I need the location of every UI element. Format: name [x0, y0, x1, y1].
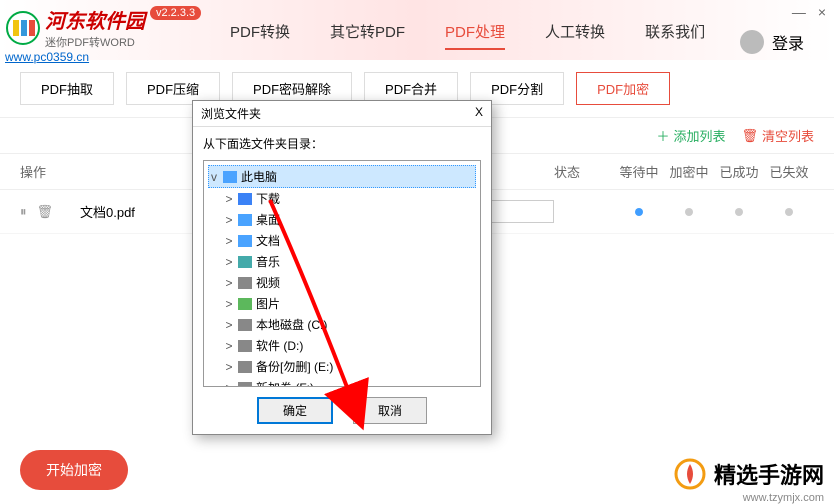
nav-item-4[interactable]: 联系我们	[645, 21, 705, 50]
nav-item-1[interactable]: 其它转PDF	[330, 21, 405, 50]
login-text: 登录	[772, 30, 804, 54]
caret-icon: >	[224, 213, 234, 227]
delete-icon[interactable]: 🗑	[37, 204, 54, 220]
caret-icon: >	[224, 192, 234, 206]
ic-dl	[238, 193, 252, 205]
caret-icon: >	[224, 234, 234, 248]
main-nav: PDF转换 其它转PDF PDF处理 人工转换 联系我们	[230, 21, 705, 50]
close-icon[interactable]: ×	[818, 4, 826, 20]
dialog-close-icon[interactable]: X	[475, 105, 483, 122]
ic-video	[238, 277, 252, 289]
tree-item-7[interactable]: > 本地磁盘 (C:)	[208, 314, 476, 335]
tree-label: 文档	[256, 232, 280, 249]
clear-label: 清空列表	[762, 126, 814, 145]
nav-item-3[interactable]: 人工转换	[545, 21, 605, 50]
pause-icon[interactable]: ⏸	[20, 204, 27, 220]
tree-label: 下载	[256, 190, 280, 207]
th-fail: 已失效	[764, 162, 814, 181]
tree-item-8[interactable]: > 软件 (D:)	[208, 335, 476, 356]
avatar-icon	[740, 30, 764, 54]
th-status: 状态	[554, 162, 614, 181]
watermark: 精选手游网	[672, 456, 824, 492]
caret-icon: >	[224, 297, 234, 311]
tree-item-3[interactable]: > 文档	[208, 230, 476, 251]
plus-icon: ＋	[656, 126, 669, 145]
tree-item-0[interactable]: v 此电脑	[208, 165, 476, 188]
top-bar: 河东软件园 迷你PDF转WORD www.pc0359.cn v2.2.3.3 …	[0, 0, 834, 60]
ic-drive	[238, 340, 252, 352]
ic-music	[238, 256, 252, 268]
tree-item-4[interactable]: > 音乐	[208, 251, 476, 272]
add-label: 添加列表	[673, 126, 725, 145]
nav-item-2[interactable]: PDF处理	[445, 21, 505, 50]
th-wait: 等待中	[614, 162, 664, 181]
brand-name: 河东软件园	[45, 5, 145, 34]
minimize-icon[interactable]: —	[792, 4, 806, 20]
caret-icon: >	[224, 360, 234, 374]
th-enc: 加密中	[664, 162, 714, 181]
subtab-5[interactable]: PDF加密	[576, 72, 670, 105]
tree-item-1[interactable]: > 下载	[208, 188, 476, 209]
tree-label: 备份[勿删] (E:)	[256, 358, 333, 375]
trash-icon: 🗑	[741, 128, 758, 144]
brand-sub: 迷你PDF转WORD	[45, 34, 145, 50]
tree-label: 图片	[256, 295, 280, 312]
tree-item-6[interactable]: > 图片	[208, 293, 476, 314]
tree-label: 视频	[256, 274, 280, 291]
tree-label: 桌面	[256, 211, 280, 228]
status-dot-ok	[735, 208, 743, 216]
nav-item-0[interactable]: PDF转换	[230, 21, 290, 50]
watermark-url: www.tzymjx.com	[743, 492, 824, 504]
cancel-button[interactable]: 取消	[353, 397, 427, 424]
caret-icon: >	[224, 339, 234, 353]
ic-pc	[223, 171, 237, 183]
tree-item-2[interactable]: > 桌面	[208, 209, 476, 230]
brand-url[interactable]: www.pc0359.cn	[5, 50, 145, 64]
tree-label: 音乐	[256, 253, 280, 270]
tree-label: 新加卷 (F:)	[256, 379, 314, 387]
subtab-0[interactable]: PDF抽取	[20, 72, 114, 105]
watermark-icon	[672, 456, 708, 492]
ok-button[interactable]: 确定	[257, 397, 333, 424]
folder-tree[interactable]: v 此电脑 > 下载 > 桌面 > 文档 > 音乐 > 视频 > 图片 > 本地磁盘 (C:) > 软件 (D:)…	[203, 160, 481, 387]
tree-label: 此电脑	[241, 168, 277, 185]
logo: 河东软件园 迷你PDF转WORD www.pc0359.cn	[5, 5, 145, 64]
clear-list-button[interactable]: 🗑清空列表	[741, 126, 814, 145]
tree-label: 软件 (D:)	[256, 337, 303, 354]
start-encrypt-button[interactable]: 开始加密	[20, 450, 128, 490]
login-area[interactable]: 登录	[740, 30, 804, 54]
status-dot-enc	[685, 208, 693, 216]
th-op: 操作	[20, 162, 80, 181]
add-list-button[interactable]: ＋添加列表	[656, 126, 725, 145]
dialog-label: 从下面选文件夹目录：	[193, 127, 491, 160]
logo-icon	[5, 10, 41, 46]
ic-drive	[238, 319, 252, 331]
th-ok: 已成功	[714, 162, 764, 181]
tree-label: 本地磁盘 (C:)	[256, 316, 327, 333]
ic-doc	[238, 235, 252, 247]
watermark-text: 精选手游网	[714, 458, 824, 490]
tree-item-9[interactable]: > 备份[勿删] (E:)	[208, 356, 476, 377]
caret-icon: >	[224, 318, 234, 332]
ic-pic	[238, 298, 252, 310]
caret-icon: v	[209, 170, 219, 184]
status-dot-fail	[785, 208, 793, 216]
version-badge: v2.2.3.3	[150, 6, 201, 20]
tree-item-10[interactable]: >新加卷 (F:)	[208, 377, 476, 387]
tree-item-5[interactable]: > 视频	[208, 272, 476, 293]
dialog-title: 浏览文件夹	[201, 105, 261, 122]
ic-drive	[238, 361, 252, 373]
browse-folder-dialog: 浏览文件夹 X 从下面选文件夹目录： v 此电脑 > 下载 > 桌面 > 文档 > 音乐 > 视频 > 图…	[192, 100, 492, 435]
status-dot-wait	[635, 208, 643, 216]
caret-icon: >	[224, 255, 234, 269]
ic-folder	[238, 214, 252, 226]
caret-icon: >	[224, 276, 234, 290]
window-controls: — ×	[792, 4, 826, 20]
